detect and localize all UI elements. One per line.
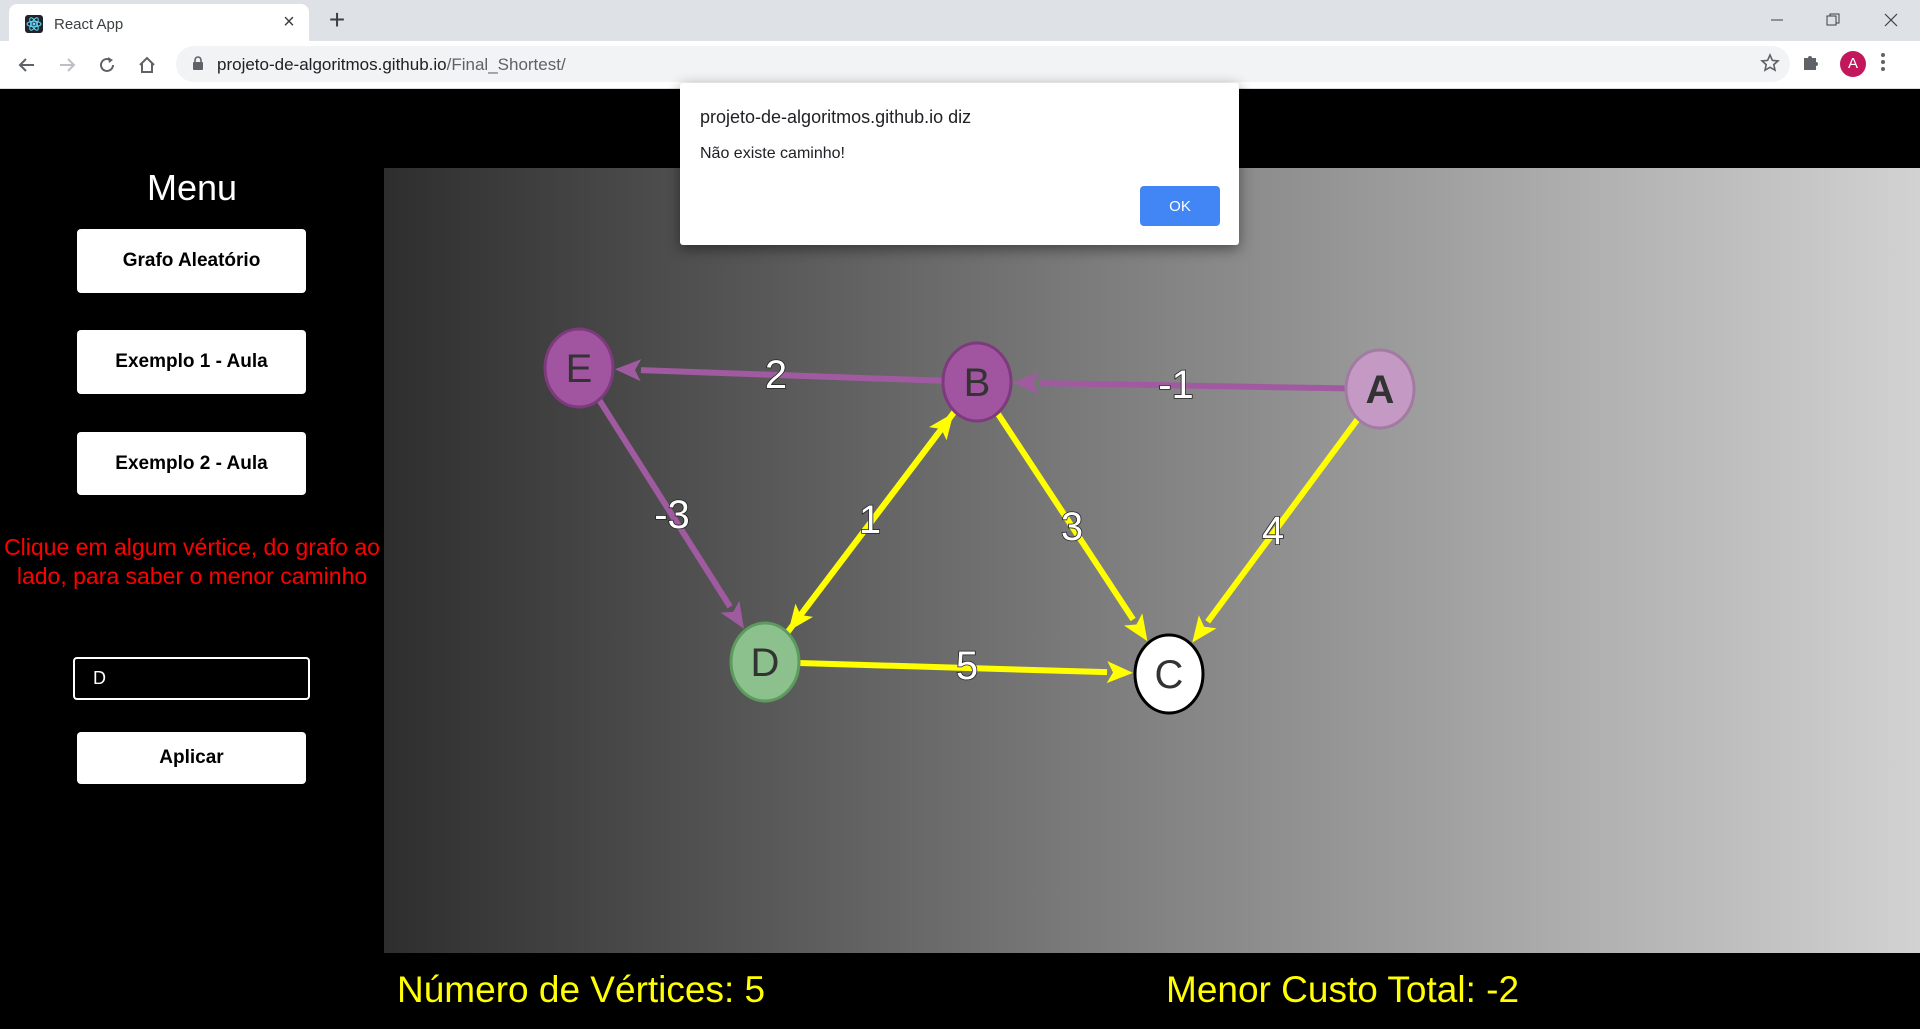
example2-button[interactable]: Exemplo 2 - Aula: [77, 432, 306, 495]
tab-title: React App: [54, 16, 124, 33]
more-menu-icon[interactable]: [1880, 51, 1886, 78]
vertex-label: E: [566, 347, 593, 391]
edge-arrowhead-B-C: [1123, 613, 1148, 642]
home-icon[interactable]: [132, 50, 162, 80]
edge-B-E: [640, 367, 944, 384]
vertex-label: D: [751, 641, 780, 685]
vertex-label: C: [1155, 653, 1184, 697]
edge-weight-label: 3: [1061, 505, 1083, 549]
apply-button[interactable]: Aplicar: [77, 732, 306, 784]
react-favicon-icon: [25, 15, 43, 33]
vertex-E[interactable]: E: [543, 327, 615, 409]
vertex-D[interactable]: D: [729, 621, 801, 703]
graph-canvas[interactable]: 2 -1 -3 1 3 4 5 E B A D C: [384, 168, 1920, 953]
random-graph-button[interactable]: Grafo Aleatório: [77, 229, 306, 293]
browser-tab[interactable]: React App ×: [9, 4, 309, 41]
dialog-title: projeto-de-algoritmos.github.io diz: [700, 107, 972, 127]
dialog-ok-button[interactable]: OK: [1140, 186, 1220, 226]
vertex-C[interactable]: C: [1133, 633, 1205, 715]
lock-icon: [192, 56, 204, 76]
bookmark-star-icon[interactable]: [1760, 53, 1780, 78]
edge-arrowhead-A-B: [1012, 372, 1040, 395]
address-bar[interactable]: projeto-de-algoritmos.github.io/Final_Sh…: [176, 46, 1790, 82]
new-tab-button[interactable]: +: [324, 6, 350, 34]
instruction-text: Clique em algum vértice, do grafo ao lad…: [4, 534, 380, 589]
url-text: projeto-de-algoritmos.github.io/Final_Sh…: [217, 55, 566, 74]
extensions-puzzle-icon[interactable]: [1800, 51, 1822, 78]
edge-arrowhead-D-C: [1106, 661, 1134, 684]
edge-arrowhead-B-E: [614, 359, 642, 382]
close-tab-icon[interactable]: ×: [279, 12, 299, 32]
vertex-A[interactable]: A: [1344, 348, 1416, 430]
edge-weight-label: 2: [765, 353, 787, 397]
vertex-label: A: [1366, 368, 1395, 412]
forward-arrow-icon[interactable]: [52, 50, 82, 80]
edge-D-C: [798, 660, 1108, 676]
tab-strip: React App × +: [0, 0, 1920, 41]
browser-toolbar: projeto-de-algoritmos.github.io/Final_Sh…: [0, 41, 1920, 89]
back-arrow-icon[interactable]: [12, 50, 42, 80]
reload-icon[interactable]: [92, 50, 122, 80]
restore-icon[interactable]: [1810, 0, 1856, 40]
edge-weight-label: -1: [1158, 363, 1194, 407]
min-total-cost: Menor Custo Total: -2: [1166, 969, 1520, 1010]
vertex-B[interactable]: B: [941, 341, 1013, 423]
minimize-icon[interactable]: [1754, 0, 1800, 40]
edge-weight-label: 1: [859, 498, 881, 542]
example1-button[interactable]: Exemplo 1 - Aula: [77, 330, 306, 394]
dialog-message: Não existe caminho!: [700, 145, 845, 162]
edge-weight-label: -3: [654, 493, 690, 537]
edge-weight-label: 4: [1262, 509, 1284, 553]
vertex-label: B: [964, 361, 991, 405]
edge-weight-label: 5: [956, 644, 978, 688]
alert-dialog: projeto-de-algoritmos.github.io diz Não …: [680, 83, 1239, 245]
vertex-input[interactable]: [73, 657, 310, 700]
vertex-count: Número de Vértices: 5: [397, 969, 766, 1010]
profile-avatar[interactable]: A: [1840, 51, 1866, 77]
close-window-icon[interactable]: [1868, 0, 1914, 40]
graph-svg: 2 -1 -3 1 3 4 5 E B A D C: [543, 327, 1416, 715]
menu-title: Menu: [146, 167, 238, 208]
